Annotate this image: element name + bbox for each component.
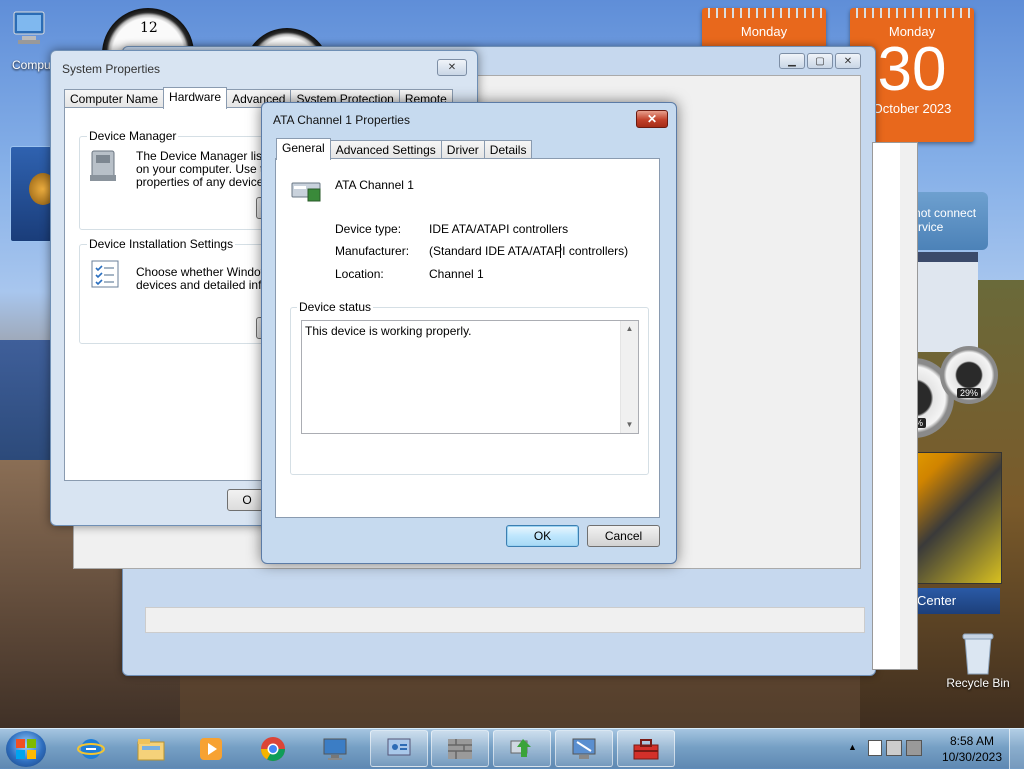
- desktop-background-house: [918, 252, 978, 352]
- location-value: Channel 1: [429, 267, 484, 281]
- group-legend: Device Installation Settings: [87, 237, 236, 251]
- tab-computer-name[interactable]: Computer Name: [64, 89, 165, 109]
- memory-meter-gadget[interactable]: 29%: [940, 346, 998, 404]
- close-button[interactable]: ✕: [835, 53, 861, 69]
- desktop-icon-recycle-bin[interactable]: Recycle Bin: [940, 630, 1016, 690]
- close-icon: ✕: [646, 112, 658, 126]
- device-type-label: Device type:: [335, 222, 402, 236]
- clock-number: 12: [140, 20, 158, 36]
- monitor-icon: [323, 738, 347, 760]
- taskbar-system[interactable]: [555, 730, 613, 767]
- control-panel-icon: [387, 738, 411, 755]
- device-name: ATA Channel 1: [335, 178, 414, 192]
- media-player-icon: [200, 737, 222, 760]
- cancel-label: Cancel: [604, 529, 643, 543]
- minimize-button[interactable]: ▁: [779, 53, 805, 69]
- computer-icon: [8, 8, 50, 50]
- windows-logo-icon: [16, 739, 36, 759]
- scrollbar[interactable]: ▲ ▼: [620, 321, 638, 433]
- calendar-gadget-small[interactable]: Monday: [702, 8, 826, 48]
- toolbox-icon: [633, 738, 659, 759]
- device-installation-text-2: devices and detailed infom: [136, 278, 279, 292]
- tab-driver[interactable]: Driver: [440, 140, 485, 160]
- show-desktop-button[interactable]: [1009, 729, 1024, 769]
- taskbar-control-panel[interactable]: [370, 730, 428, 767]
- taskbar-clock[interactable]: 8:58 AM 10/30/2023: [942, 733, 1002, 765]
- text-cursor-icon: [560, 244, 563, 258]
- clock-date: 10/30/2023: [941, 750, 1002, 764]
- desktop-icon-label: Recycle Bin: [946, 676, 1010, 690]
- device-manager-text-1: The Device Manager lists a: [136, 149, 282, 163]
- recycle-bin-icon: [957, 630, 999, 675]
- start-button[interactable]: [6, 731, 46, 767]
- network-status-icon[interactable]: [886, 740, 902, 756]
- device-status-group: Device status This device is working pro…: [290, 300, 649, 475]
- desktop-icon-computer[interactable]: Compu: [4, 8, 54, 72]
- manufacturer-value: (Standard IDE ATA/ATAPI controllers): [429, 244, 629, 258]
- folder-icon: [137, 738, 165, 760]
- taskbar-firewall[interactable]: [431, 730, 489, 767]
- volume-muted-icon[interactable]: [906, 740, 922, 756]
- network-icon: [510, 738, 531, 757]
- close-button[interactable]: ✕: [636, 110, 668, 128]
- group-legend: Device status: [297, 300, 374, 314]
- manufacturer-label: Manufacturer:: [335, 244, 410, 258]
- device-status-text: This device is working properly.: [305, 324, 472, 338]
- location-label: Location:: [335, 267, 384, 281]
- window-status-bar: [145, 607, 865, 633]
- taskbar-file-explorer[interactable]: [122, 730, 180, 767]
- ok-label: O: [242, 493, 252, 507]
- ide-controller-icon: [290, 177, 324, 205]
- dialog-title: ATA Channel 1 Properties: [273, 113, 410, 127]
- taskbar-internet-explorer[interactable]: [62, 730, 120, 767]
- desktop-icon-label: Compu: [12, 58, 51, 72]
- show-hidden-icons-icon[interactable]: ▲: [848, 742, 857, 752]
- chrome-icon: [261, 736, 285, 761]
- taskbar-media-player[interactable]: [182, 730, 240, 767]
- memory-meter-value: 29%: [956, 388, 982, 398]
- device-installation-text-1: Choose whether Windows: [136, 265, 276, 279]
- dialog-title: System Properties: [62, 62, 161, 76]
- device-manager-icon: [88, 149, 118, 183]
- maximize-button[interactable]: ▢: [807, 53, 833, 69]
- firewall-icon: [448, 738, 472, 759]
- cancel-button[interactable]: Cancel: [587, 525, 660, 547]
- taskbar-remote-desktop[interactable]: [306, 730, 364, 767]
- ok-label: OK: [533, 529, 552, 543]
- tab-general[interactable]: General: [276, 138, 331, 160]
- ata-channel-properties-dialog: ATA Channel 1 Properties ✕ General Advan…: [261, 102, 677, 564]
- device-type-value: IDE ATA/ATAPI controllers: [429, 222, 569, 236]
- scrollbar[interactable]: [900, 143, 917, 669]
- background-window-edge: [872, 142, 918, 670]
- action-center-icon[interactable]: [868, 740, 882, 756]
- system-tray: ▲ 8:58 AM 10/30/2023: [824, 729, 1024, 769]
- device-status-textbox[interactable]: This device is working properly. ▲ ▼: [301, 320, 639, 434]
- taskbar-toolbox[interactable]: [617, 730, 675, 767]
- internet-explorer-icon: [77, 738, 105, 759]
- taskbar-chrome[interactable]: [244, 730, 302, 767]
- tab-hardware[interactable]: Hardware: [163, 87, 228, 109]
- window-caption-buttons: ▁ ▢ ✕: [779, 53, 861, 69]
- computer-icon: [572, 738, 596, 759]
- tab-advanced-settings[interactable]: Advanced Settings: [329, 140, 442, 160]
- tab-bar: General Advanced Settings Driver Details: [276, 138, 533, 160]
- taskbar: ▲ 8:58 AM 10/30/2023: [0, 728, 1024, 769]
- close-button[interactable]: ✕: [437, 59, 467, 76]
- clock-time: 8:58 AM: [949, 734, 994, 748]
- device-manager-text-2: on your computer. Use the: [136, 162, 277, 176]
- device-manager-text-3: properties of any device.: [136, 175, 267, 189]
- tab-details[interactable]: Details: [483, 140, 533, 160]
- general-panel: ATA Channel 1 Device type: IDE ATA/ATAPI…: [275, 158, 660, 518]
- ok-button[interactable]: OK: [506, 525, 579, 547]
- scroll-down-icon[interactable]: ▼: [621, 417, 638, 433]
- taskbar-network[interactable]: [493, 730, 551, 767]
- scroll-up-icon[interactable]: ▲: [621, 321, 638, 337]
- group-legend: Device Manager: [87, 129, 179, 143]
- checklist-icon: [90, 259, 120, 289]
- calendar-day: Monday: [740, 24, 788, 39]
